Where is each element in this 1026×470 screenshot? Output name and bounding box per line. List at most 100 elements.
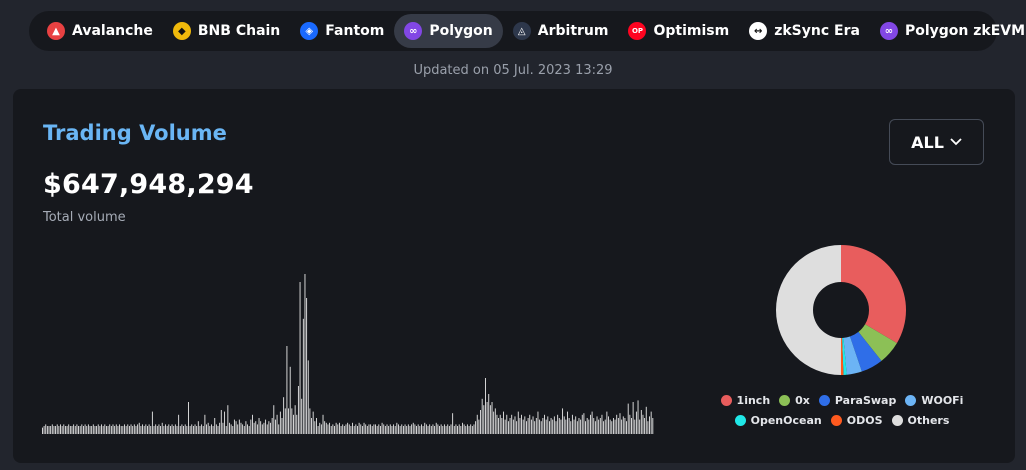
volume-bar — [509, 418, 511, 434]
legend-label: 1inch — [736, 394, 771, 407]
volume-bar — [622, 416, 624, 434]
volume-bar — [252, 414, 253, 434]
volume-bar — [526, 421, 527, 434]
volume-bar — [396, 422, 398, 434]
volume-bar — [304, 274, 306, 434]
volume-bar — [289, 366, 291, 434]
legend-item-odos[interactable]: ODOS — [830, 414, 883, 427]
legend-item-others[interactable]: Others — [891, 414, 949, 427]
volume-bar — [58, 426, 60, 434]
volume-bar — [391, 426, 393, 434]
volume-bar — [128, 426, 130, 434]
legend-item-0x[interactable]: 0x — [779, 394, 810, 407]
volume-bar — [560, 419, 562, 434]
legend-swatch — [734, 415, 746, 426]
volume-bar — [480, 410, 481, 434]
volume-bar — [406, 426, 408, 434]
volume-bar — [357, 426, 358, 434]
volume-bar — [294, 405, 296, 434]
legend-item-openocean[interactable]: OpenOcean — [734, 414, 822, 427]
volume-bar — [197, 421, 199, 434]
volume-bar — [429, 424, 431, 434]
volume-bar — [634, 419, 636, 434]
chain-tab-polygon-zkevm[interactable]: ∞ Polygon zkEVM — [870, 14, 1026, 48]
volume-bar — [156, 426, 158, 434]
volume-bar — [43, 426, 45, 434]
time-range-label: ALL — [911, 132, 944, 152]
volume-bar — [434, 426, 436, 434]
volume-bar — [642, 414, 644, 434]
volume-bar — [173, 426, 175, 434]
legend-item-woofi[interactable]: WOOFi — [905, 394, 963, 407]
volume-bar — [637, 400, 639, 434]
chain-tab-optimism[interactable]: OP Optimism — [618, 14, 739, 48]
chain-tab-zksync-era[interactable]: ↔ zkSync Era — [739, 14, 870, 48]
volume-bar — [547, 416, 549, 434]
volume-bar — [325, 422, 327, 434]
volume-bar — [348, 424, 350, 434]
volume-bar — [327, 424, 329, 434]
volume-bar — [629, 414, 631, 434]
volume-bar — [598, 419, 600, 434]
donut-slice-1inch — [841, 245, 906, 344]
volume-bar — [416, 426, 417, 434]
volume-bar — [532, 416, 534, 434]
volume-bar — [432, 424, 434, 434]
volume-bar — [161, 422, 163, 434]
donut-legend: 1inch 0x ParaSwap WOOFi OpenOcean ODOS Others — [713, 394, 971, 427]
volume-bar — [365, 424, 367, 434]
time-range-dropdown[interactable]: ALL — [889, 119, 984, 165]
chain-tab-avalanche[interactable]: ▲ Avalanche — [37, 14, 163, 48]
volume-bar — [353, 426, 355, 434]
volume-bar — [345, 424, 347, 434]
volume-bar — [322, 414, 324, 434]
legend-item-1inch[interactable]: 1inch — [720, 394, 771, 407]
volume-bar — [297, 386, 299, 434]
volume-bar — [386, 424, 388, 434]
legend-item-paraswap[interactable]: ParaSwap — [818, 394, 896, 407]
volume-bar — [92, 424, 94, 434]
volume-bar — [186, 426, 188, 434]
volume-bar — [194, 424, 196, 434]
chain-tab-label: Arbitrum — [537, 23, 609, 39]
volume-bar — [503, 411, 504, 434]
volume-bar — [74, 426, 76, 434]
volume-bar — [471, 426, 473, 434]
volume-bar — [73, 424, 75, 434]
volume-bar — [202, 426, 204, 434]
volume-bar — [632, 402, 634, 434]
volume-bar — [274, 419, 276, 434]
volume-bar — [248, 426, 250, 434]
volume-bar — [604, 419, 606, 434]
volume-bar — [265, 419, 267, 434]
volume-bar — [635, 411, 637, 434]
volume-bar — [522, 419, 524, 434]
volume-bar — [548, 421, 550, 434]
volume-bar — [97, 424, 99, 434]
volume-bar — [64, 426, 66, 434]
volume-bar — [512, 419, 514, 434]
volume-bar — [412, 422, 414, 434]
volume-bar — [211, 424, 212, 434]
volume-bar — [394, 426, 396, 434]
volume-bar — [552, 419, 554, 434]
optimism-icon: OP — [628, 22, 647, 40]
chain-tab-arbitrum[interactable]: ◬ Arbitrum — [503, 14, 619, 48]
chain-tab-bnb-chain[interactable]: ◆ BNB Chain — [163, 14, 290, 48]
volume-bar — [207, 422, 209, 434]
volume-bar — [486, 402, 488, 434]
chain-tab-fantom[interactable]: ◈ Fantom — [290, 14, 394, 48]
volume-bar — [361, 426, 363, 434]
legend-swatch — [891, 415, 903, 426]
volume-bar — [148, 424, 150, 434]
volume-bar — [458, 424, 460, 434]
volume-bar — [516, 421, 518, 434]
chain-tab-polygon[interactable]: ∞ Polygon — [394, 14, 503, 48]
volume-bar — [379, 426, 381, 434]
volume-bar — [137, 424, 139, 434]
updated-timestamp: Updated on 05 Jul. 2023 13:29 — [413, 63, 613, 78]
volume-bar — [311, 418, 312, 434]
volume-bar — [63, 424, 65, 434]
chain-tab-label: Optimism — [653, 23, 730, 39]
volume-bar — [155, 424, 157, 434]
